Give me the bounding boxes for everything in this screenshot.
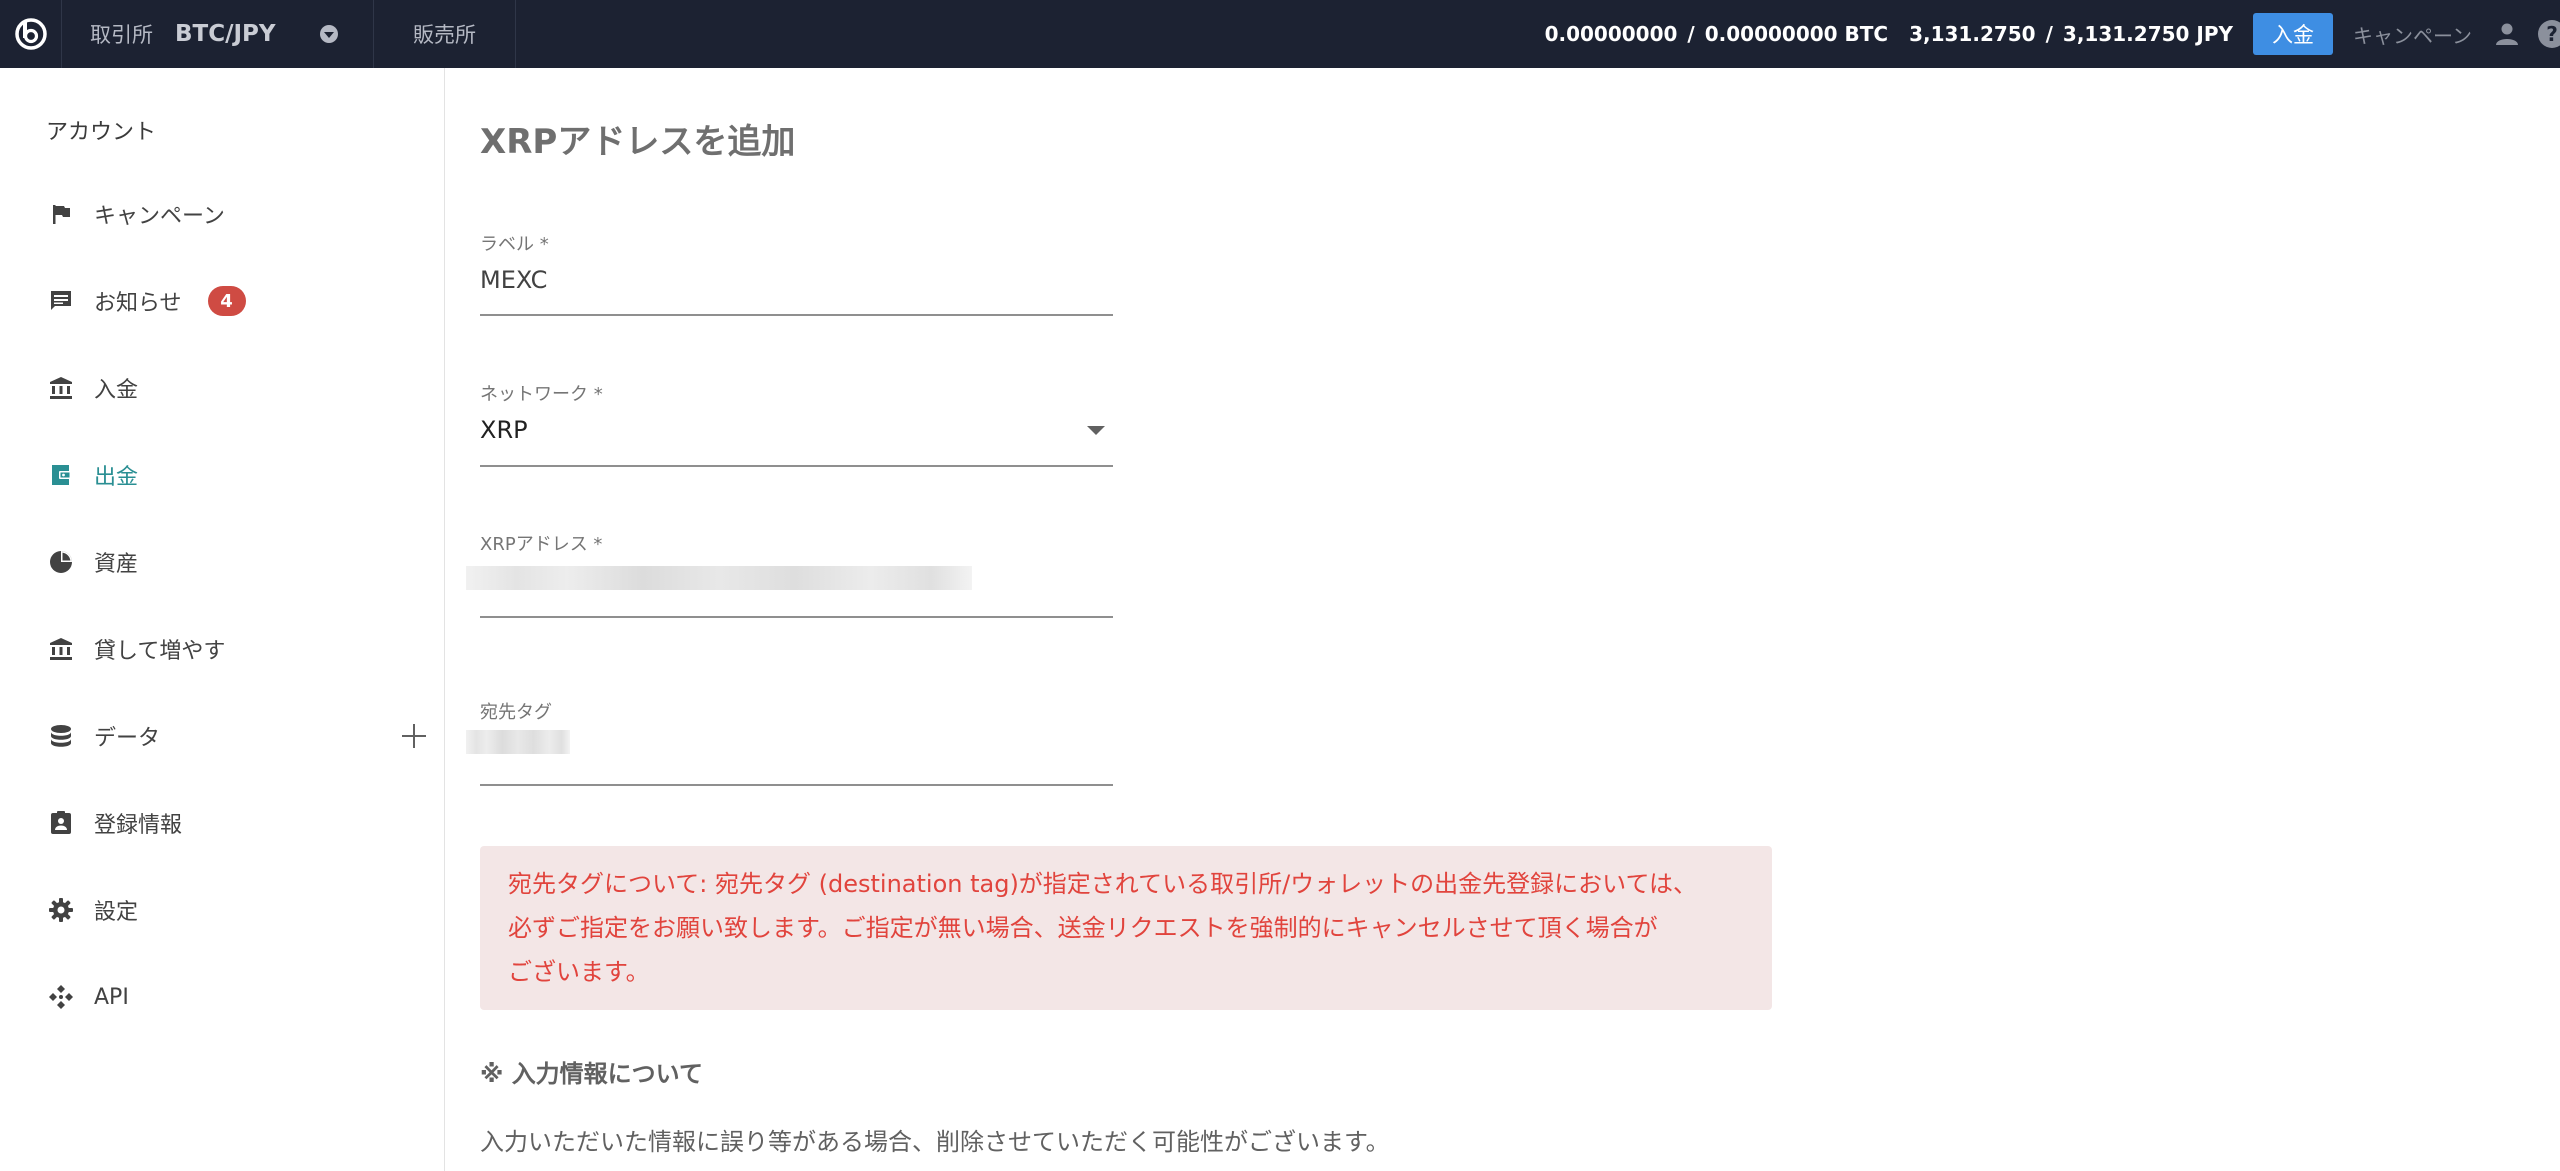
nav-shop[interactable]: 販売所 [374,0,516,68]
destination-tag-input[interactable] [480,734,1113,766]
database-icon [46,721,76,751]
top-bar: 取引所 BTC/JPY 販売所 0.00000000 / 0.00000000 BT… [0,0,2560,68]
nav-exchange[interactable]: 取引所 BTC/JPY [62,0,374,68]
jpy-available: 3,131.2750 [1909,22,2036,46]
nav-exchange-label: 取引所 [90,23,153,47]
label-field[interactable]: ラベル * MEXC [480,230,1113,316]
pair-label: BTC/JPY [175,21,276,47]
label-field-input[interactable]: MEXC [480,266,1113,298]
sidebar-item-registration[interactable]: 登録情報 [46,799,426,847]
sidebar-item-notices[interactable]: お知らせ 4 [46,277,426,325]
destination-tag-alert: 宛先タグについて: 宛先タグ (destination tag)が指定されている… [480,846,1772,1010]
sidebar-item-label: 出金 [94,465,139,490]
jpy-total: 3,131.2750 JPY [2062,22,2233,46]
btc-total: 0.00000000 BTC [1704,22,1889,46]
logo[interactable] [0,0,62,68]
user-icon[interactable] [2494,21,2520,47]
xrp-address-field[interactable]: XRPアドレス * [466,530,1113,618]
sidebar-item-label: 貸して増やす [94,639,226,664]
sidebar-item-settings[interactable]: 設定 [46,886,426,934]
pie-chart-icon [46,547,76,577]
page-title: XRPアドレスを追加 [480,122,796,162]
sidebar: アカウント キャンペーン お知らせ 4 入金 出金 資産 貸して増やす データ … [0,68,445,1171]
xrp-address-field-label: XRPアドレス * [480,534,603,555]
sidebar-item-label: キャンペーン [94,204,225,229]
bitbank-logo-icon [14,18,47,50]
sidebar-title: アカウント [46,120,157,145]
plus-icon[interactable] [402,724,426,748]
field-underline [480,784,1113,786]
input-info-heading: ※ 入力情報について [480,1060,703,1088]
flag-icon [46,199,76,229]
dropdown-arrow-icon[interactable] [1087,426,1105,435]
nav-shop-label: 販売所 [413,23,476,47]
gear-icon [46,895,76,925]
sidebar-item-api[interactable]: API [46,973,426,1021]
sidebar-item-label: API [94,984,129,1010]
separator: / [2045,22,2053,46]
topbar-right: 0.00000000 / 0.00000000 BTC 3,131.2750 / 3,1… [1545,0,2560,68]
btc-available: 0.00000000 [1544,22,1678,46]
notification-badge: 4 [207,286,246,316]
sidebar-item-label: データ [94,726,161,751]
field-underline [480,616,1113,618]
sidebar-item-label: お知らせ [94,291,182,316]
sidebar-item-label: 入金 [94,378,139,403]
sidebar-item-deposit[interactable]: 入金 [46,364,426,412]
bank-icon [46,373,76,403]
network-field-label: ネットワーク * [480,384,603,405]
alert-line: 必ずご指定をお願い致します。ご指定が無い場合、送金リクエストを強制的にキャンセル… [508,914,1658,942]
sidebar-item-label: 資産 [94,552,139,577]
destination-tag-field-label: 宛先タグ [480,702,552,723]
destination-tag-field[interactable]: 宛先タグ [466,698,1113,786]
balance-display: 0.00000000 / 0.00000000 BTC 3,131.2750 / 3,1… [1545,22,2233,46]
sidebar-item-assets[interactable]: 資産 [46,538,426,586]
sidebar-item-label: 登録情報 [94,813,183,838]
sidebar-item-data[interactable]: データ [46,712,426,760]
redacted-tag [466,730,570,754]
sidebar-item-label: 設定 [94,900,139,925]
redacted-address [466,566,972,590]
api-icon [46,982,76,1012]
wallet-icon [46,460,76,490]
alert-line: ございます。 [508,958,650,986]
sidebar-item-lending[interactable]: 貸して増やす [46,625,426,673]
bank-icon [46,634,76,664]
field-underline [480,314,1113,316]
input-info-text: 入力いただいた情報に誤り等がある場合、削除させていただく可能性がございます。 [480,1128,1390,1156]
label-field-label: ラベル * [480,234,549,255]
alert-line: 宛先タグについて: 宛先タグ (destination tag)が指定されている… [508,870,1697,898]
field-underline [480,465,1113,467]
network-select[interactable]: ネットワーク * XRP [480,380,1113,467]
id-badge-icon [46,808,76,838]
campaign-link[interactable]: キャンペーン [2353,20,2472,49]
sidebar-item-withdraw[interactable]: 出金 [46,451,426,499]
separator: / [1687,22,1695,46]
message-icon [46,286,76,316]
network-select-value[interactable]: XRP [480,416,1113,448]
chevron-down-icon[interactable] [319,25,338,43]
deposit-button[interactable]: 入金 [2253,13,2333,55]
help-icon[interactable]: ? [2538,20,2560,48]
sidebar-item-campaign[interactable]: キャンペーン [46,190,426,238]
